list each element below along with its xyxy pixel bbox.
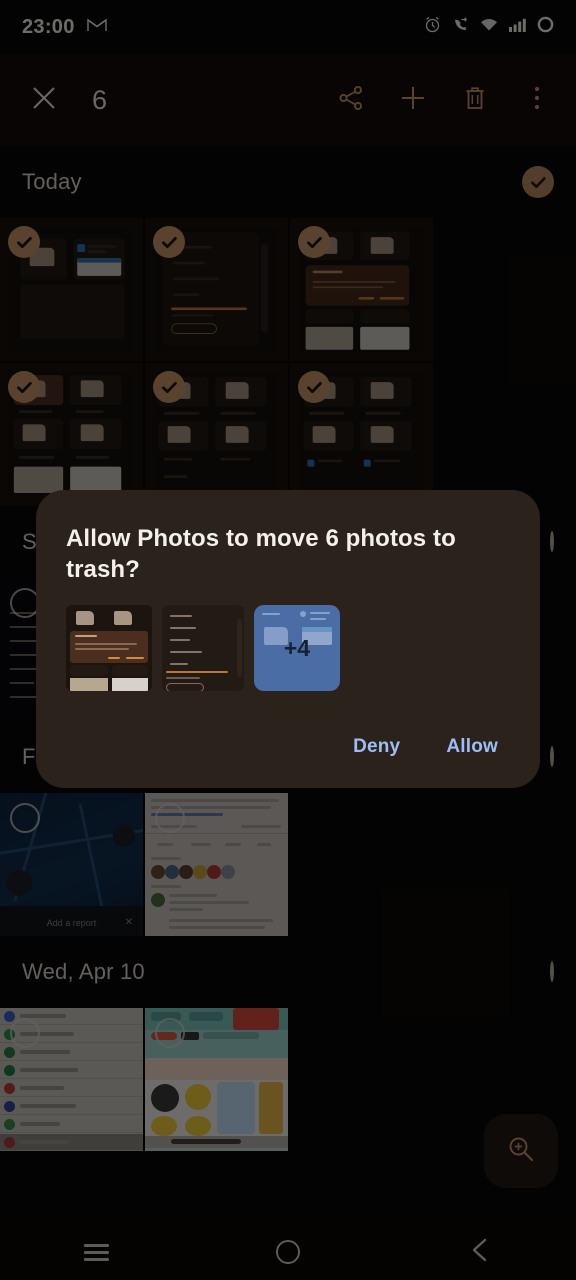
- deny-button[interactable]: Deny: [343, 728, 410, 766]
- dialog-thumbnail: [162, 605, 244, 692]
- dialog-title: Allow Photos to move 6 photos to trash?: [66, 525, 456, 583]
- allow-button[interactable]: Allow: [436, 728, 508, 766]
- dialog-thumbnail: [66, 605, 152, 692]
- more-count-label: +4: [283, 634, 311, 661]
- permission-dialog: Allow Photos to move 6 photos to trash?: [36, 490, 540, 788]
- dialog-thumbnail-strip: +4: [66, 605, 510, 692]
- dialog-thumbnail-more: +4: [254, 605, 340, 692]
- dialog-actions: Deny Allow: [66, 728, 510, 788]
- phone-screen: 23:00: [0, 0, 576, 1280]
